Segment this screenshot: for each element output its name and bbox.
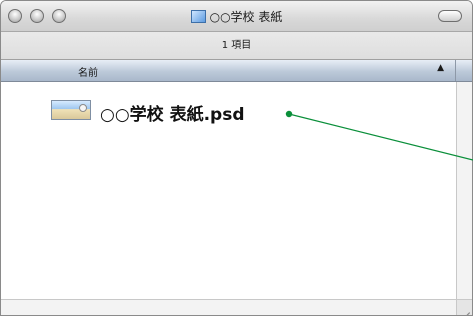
finder-window: ○○学校 表紙 1 項目 名前 ▲ ○○学校 表紙.psd bbox=[0, 0, 473, 316]
window-title-text: ○○学校 表紙 bbox=[209, 10, 283, 24]
file-list: ○○学校 表紙.psd bbox=[1, 82, 456, 299]
window-title: ○○学校 表紙 bbox=[1, 8, 472, 25]
vertical-scrollbar[interactable] bbox=[456, 82, 472, 299]
name-column-header[interactable]: 名前 bbox=[78, 64, 98, 79]
item-count: 1 項目 bbox=[221, 40, 252, 51]
psd-file-icon bbox=[51, 100, 91, 120]
status-bar: 1 項目 bbox=[1, 32, 472, 60]
horizontal-scrollbar[interactable] bbox=[1, 299, 456, 315]
toolbar-toggle-button[interactable] bbox=[438, 10, 462, 22]
column-divider bbox=[455, 60, 456, 81]
resize-grip-icon[interactable] bbox=[456, 299, 472, 315]
folder-icon bbox=[190, 10, 206, 23]
title-bar[interactable]: ○○学校 表紙 bbox=[1, 1, 472, 32]
sort-ascending-icon[interactable]: ▲ bbox=[437, 63, 444, 73]
file-name[interactable]: ○○学校 表紙.psd bbox=[100, 100, 245, 125]
list-column-header[interactable]: 名前 ▲ bbox=[1, 60, 472, 82]
